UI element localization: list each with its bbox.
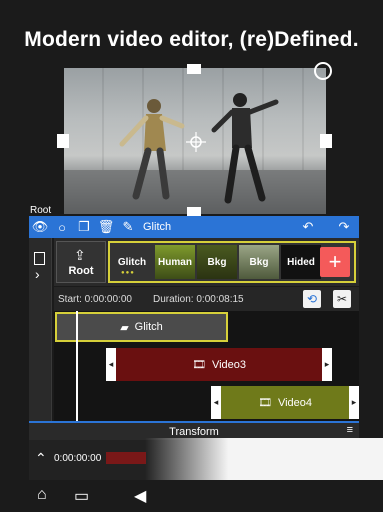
redo-icon[interactable]: ↷ — [333, 216, 355, 238]
layer-label: Glitch — [117, 256, 147, 268]
start-time: Start: 0:00:00:00 — [58, 294, 132, 305]
crosshair-icon[interactable] — [186, 132, 206, 152]
mini-timeline-time: 0:00:00:00 — [54, 453, 102, 464]
layer-bkg-2[interactable]: Bkg — [239, 245, 279, 279]
undo-icon[interactable]: ↶ — [297, 216, 319, 238]
layer-toolbar: 👁 ○ ❐ 🗑 ✎ Glitch ↶ ↷ — [29, 216, 359, 238]
replay-icon[interactable]: ⟲ — [303, 290, 321, 308]
copy-icon[interactable]: ❐ — [73, 216, 95, 238]
circle-icon[interactable]: ○ — [51, 216, 73, 238]
layer-hided[interactable]: Hided — [281, 245, 321, 279]
resize-handle-right[interactable] — [320, 134, 332, 148]
root-button[interactable]: ⇪ Root — [56, 241, 106, 283]
resize-handle-top[interactable] — [187, 64, 201, 74]
pen-icon[interactable]: ✎ — [117, 216, 139, 238]
trim-handle-left[interactable]: ◂ — [106, 348, 116, 381]
folder-icon: ▰ — [120, 321, 129, 334]
chevron-up-icon[interactable]: ⌃ — [35, 450, 47, 467]
time-info-bar: Start: 0:00:00:00 Duration: 0:00:08:15 ⟲… — [54, 287, 359, 311]
layer-glitch[interactable]: Glitch ●●● — [111, 245, 153, 279]
mini-timeline-clip — [106, 452, 146, 464]
transform-title: Transform — [169, 426, 219, 438]
layer-label: Hided — [287, 256, 315, 268]
clip-video3[interactable]: ◂ 🎞 Video3 ▸ — [106, 348, 332, 381]
comment-icon[interactable]: ▭ — [74, 486, 89, 506]
promo-headline: Modern video editor, (re)Defined. — [24, 28, 359, 51]
clip-glitch[interactable]: ▰ Glitch — [55, 312, 228, 342]
clip-video4[interactable]: ◂ 🎞 Video4 ▸ — [211, 386, 359, 419]
side-panel: › — [29, 238, 52, 428]
upload-icon: ⇪ — [74, 247, 86, 263]
dancer-right-figure — [211, 93, 279, 204]
layer-label: Human — [158, 256, 192, 268]
layer-label: Bkg — [207, 256, 227, 268]
film-icon: 🎞 — [191, 359, 206, 371]
layers-icon[interactable] — [34, 252, 45, 265]
layer-dots: ●●● — [121, 270, 135, 276]
wall-texture — [64, 68, 326, 171]
scissors-icon[interactable]: ✂ — [333, 290, 351, 308]
preview-root-label: Root — [30, 205, 52, 216]
duration: Duration: 0:00:08:15 — [153, 294, 244, 305]
home-icon[interactable]: ⌂ — [37, 486, 47, 504]
back-icon[interactable]: ◀ — [134, 486, 146, 506]
chevron-right-icon[interactable]: › — [35, 266, 40, 282]
dancer-left-figure — [119, 99, 185, 200]
layer-human[interactable]: Human — [155, 245, 195, 279]
layer-bkg-1[interactable]: Bkg — [197, 245, 237, 279]
layers-strip: Glitch ●●● Human Bkg Bkg Hided + — [108, 241, 356, 283]
menu-icon[interactable]: ≡ — [347, 424, 353, 436]
toolbar-layer-name: Glitch — [143, 221, 172, 233]
clip-label: Video4 — [277, 396, 313, 409]
root-button-label: Root — [68, 265, 94, 277]
layers-row: ⇪ Root Glitch ●●● Human Bkg Bkg Hided + — [54, 238, 359, 286]
layer-label: Bkg — [249, 256, 269, 268]
trash-icon[interactable]: 🗑 — [95, 216, 117, 238]
rotate-handle[interactable] — [314, 62, 332, 80]
resize-handle-left[interactable] — [57, 134, 69, 148]
trim-handle-left[interactable]: ◂ — [211, 386, 221, 419]
clip-label: Glitch — [134, 321, 163, 333]
trim-handle-right[interactable]: ▸ — [349, 386, 359, 419]
eye-icon[interactable]: 👁 — [29, 216, 51, 238]
bottom-navigation: ⌂ ▭ ◀ — [0, 480, 383, 512]
playhead[interactable] — [76, 311, 78, 423]
clip-label: Video3 — [211, 358, 247, 371]
add-layer-button[interactable]: + — [320, 247, 350, 277]
trim-handle-right[interactable]: ▸ — [322, 348, 332, 381]
film-icon: 🎞 — [257, 397, 272, 409]
